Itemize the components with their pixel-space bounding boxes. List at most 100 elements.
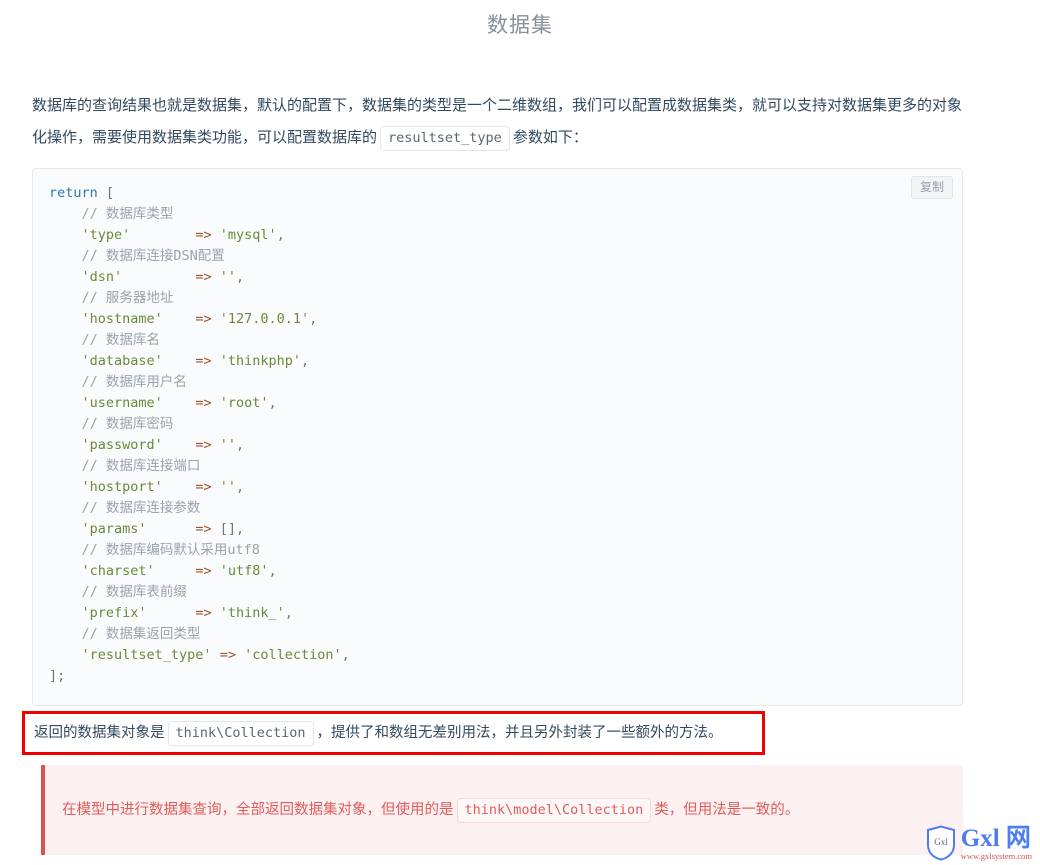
code-token: , (268, 563, 277, 579)
code-token: // 服务器地址 (81, 290, 174, 306)
watermark-brand: Gxl 网 (960, 824, 1031, 852)
inline-code-think-collection: think\Collection (167, 720, 314, 746)
code-token: , (301, 353, 310, 369)
code-token: // 数据集返回类型 (81, 626, 201, 642)
code-token: => (219, 647, 236, 663)
code-token: 'hostport' (81, 479, 163, 495)
watermark-url: www.gxlsystem.com (960, 850, 1032, 861)
code-token: // 数据库编码默认采用utf8 (81, 542, 260, 558)
code-token: 'username' (81, 395, 163, 411)
intro-text-part2: 参数如下： (512, 129, 588, 146)
code-token: => (195, 563, 212, 579)
code-token: , (276, 227, 285, 243)
code-token: ]; (49, 668, 66, 684)
code-block: 复制 return [ // 数据库类型 'type' => 'mysql', … (32, 168, 963, 706)
alert-text-part2: 类，但用法是一致的。 (654, 802, 800, 818)
code-token: // 数据库名 (81, 332, 160, 348)
code-token: => (195, 353, 212, 369)
code-token: 'password' (81, 437, 163, 453)
code-token: => (195, 311, 212, 327)
code-token: => (195, 479, 212, 495)
code-token: , (268, 395, 277, 411)
code-token: , (341, 647, 350, 663)
watermark-text: Gxl 网 www.gxlsystem.com (961, 826, 1032, 861)
code-token: 'thinkphp' (219, 353, 301, 369)
code-token: [], (219, 521, 245, 537)
code-token: // 数据库表前缀 (81, 584, 187, 600)
code-token: // 数据库密码 (81, 416, 174, 432)
highlight-text-part2: ，提供了和数组无差别用法，并且另外封装了一些额外的方法。 (316, 725, 723, 741)
code-token: '127.0.0.1' (219, 311, 310, 327)
code-token: => (195, 227, 212, 243)
code-token: // 数据库连接DSN配置 (81, 248, 225, 264)
code-token: // 数据库类型 (81, 206, 174, 222)
code-token: // 数据库连接端口 (81, 458, 201, 474)
code-token: , (235, 269, 245, 285)
code-token: , (284, 605, 293, 621)
intro-paragraph: 数据库的查询结果也就是数据集，默认的配置下，数据集的类型是一个二维数组，我们可以… (0, 41, 1040, 154)
code-token: 'hostname' (81, 311, 163, 327)
code-token: 'database' (81, 353, 163, 369)
code-token: , (309, 311, 318, 327)
inline-code-resultset-type: resultset_type (380, 125, 510, 151)
code-content[interactable]: return [ // 数据库类型 'type' => 'mysql', // … (33, 183, 962, 687)
code-token: => (195, 521, 212, 537)
inline-code-think-model-collection: think\model\Collection (456, 797, 652, 823)
code-token: => (195, 437, 212, 453)
code-token: , (235, 437, 245, 453)
note-alert-text: 在模型中进行数据集查询，全部返回数据集对象，但使用的是 think\model\C… (62, 797, 799, 823)
code-token: , (235, 479, 245, 495)
code-token: 'prefix' (81, 605, 147, 621)
code-token: return (49, 185, 98, 201)
copy-button[interactable]: 复制 (910, 176, 953, 199)
note-alert-box: 在模型中进行数据集查询，全部返回数据集对象，但使用的是 think\model\C… (41, 765, 963, 855)
code-token: '' (219, 479, 236, 495)
highlight-callout-box: 返回的数据集对象是 think\Collection ，提供了和数组无差别用法，并且… (22, 711, 765, 755)
code-token: => (195, 269, 212, 285)
highlight-text-part1: 返回的数据集对象是 (34, 725, 165, 741)
watermark-logo: Gxl Gxl 网 www.gxlsystem.com (926, 825, 1032, 861)
code-token: // 数据库连接参数 (81, 500, 201, 516)
shield-icon: Gxl (926, 825, 955, 861)
code-token: '' (219, 437, 236, 453)
code-token: '' (219, 269, 236, 285)
code-token: 'type' (81, 227, 131, 243)
shield-label: Gxl (934, 837, 948, 847)
